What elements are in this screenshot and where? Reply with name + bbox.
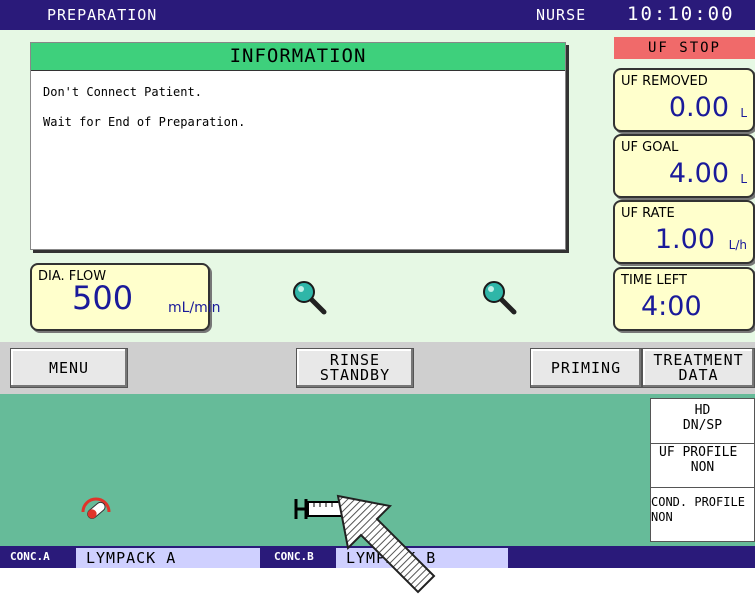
hd-mode-line1: HD xyxy=(694,403,711,418)
dialysate-flow-panel[interactable]: DIA. FLOW 500 mL/min xyxy=(30,263,221,331)
top-status-bar: PREPARATION NURSE 10:10:00 xyxy=(0,0,755,30)
info-line: Don't Connect Patient. xyxy=(43,85,202,99)
info-line: Wait for End of Preparation. xyxy=(43,115,246,129)
rinse-standby-button[interactable]: RINSE STANDBY xyxy=(296,348,414,388)
uf-rate-value: 1.00 xyxy=(654,224,715,255)
uf-rate-label: UF RATE xyxy=(621,206,675,221)
dia-flow-unit: mL/min xyxy=(168,300,221,316)
cond-profile-line1: COND. PROFILE xyxy=(651,495,745,509)
time-left-label: TIME LEFT xyxy=(621,273,687,288)
uf-goal-unit: L xyxy=(740,172,747,186)
menu-button[interactable]: MENU xyxy=(10,348,128,388)
mode-title: PREPARATION xyxy=(47,6,158,24)
treatment-mode-panel: HD DN/SP UF PROFILE NON COND. PROFILE NO… xyxy=(650,398,755,542)
uf-removed-unit: L xyxy=(740,106,747,120)
uf-removed-panel[interactable]: UF REMOVED 0.00 L xyxy=(613,68,755,132)
uf-rate-unit: L/h xyxy=(728,238,747,252)
hd-mode-line2: DN/SP xyxy=(682,418,723,433)
uf-profile[interactable]: UF PROFILE NON xyxy=(651,445,754,488)
conc-b-label: CONC.B xyxy=(274,550,314,563)
uf-rate-panel[interactable]: UF RATE 1.00 L/h xyxy=(613,200,755,264)
rinse-standby-line2: STANDBY xyxy=(319,366,391,384)
uf-profile-line1: UF PROFILE xyxy=(659,445,738,460)
uf-profile-line2: NON xyxy=(690,460,715,475)
uf-goal-label: UF GOAL xyxy=(621,140,679,155)
clock: 10:10:00 xyxy=(627,3,735,25)
hd-mode[interactable]: HD DN/SP xyxy=(651,403,754,444)
user-role: NURSE xyxy=(536,6,587,24)
treatment-data-button[interactable]: TREATMENT DATA xyxy=(642,348,755,388)
information-box: INFORMATION Don't Connect Patient. Wait … xyxy=(30,42,566,250)
cond-profile-line2: NON xyxy=(651,510,673,524)
time-left-value: 4:00 xyxy=(641,291,702,322)
magnifier-icon[interactable] xyxy=(290,278,330,318)
pointer-arrow-icon xyxy=(336,494,436,594)
cond-profile[interactable]: COND. PROFILE NON xyxy=(651,491,754,539)
uf-goal-value: 4.00 xyxy=(668,158,729,189)
conc-a-value[interactable]: LYMPACK A xyxy=(76,548,260,568)
time-left-panel[interactable]: TIME LEFT 4:00 xyxy=(613,267,755,331)
pressure-gauge-icon[interactable] xyxy=(78,490,114,526)
uf-removed-value: 0.00 xyxy=(668,92,729,123)
uf-goal-panel[interactable]: UF GOAL 4.00 L xyxy=(613,134,755,198)
uf-status-badge: UF STOP xyxy=(614,37,755,59)
conc-a-label: CONC.A xyxy=(10,550,50,563)
information-title: INFORMATION xyxy=(31,43,565,71)
magnifier-icon[interactable] xyxy=(480,278,520,318)
dia-flow-value: 500 xyxy=(72,279,134,317)
treatment-data-line2: DATA xyxy=(678,366,719,384)
uf-removed-label: UF REMOVED xyxy=(621,74,708,89)
priming-button[interactable]: PRIMING xyxy=(530,348,642,388)
